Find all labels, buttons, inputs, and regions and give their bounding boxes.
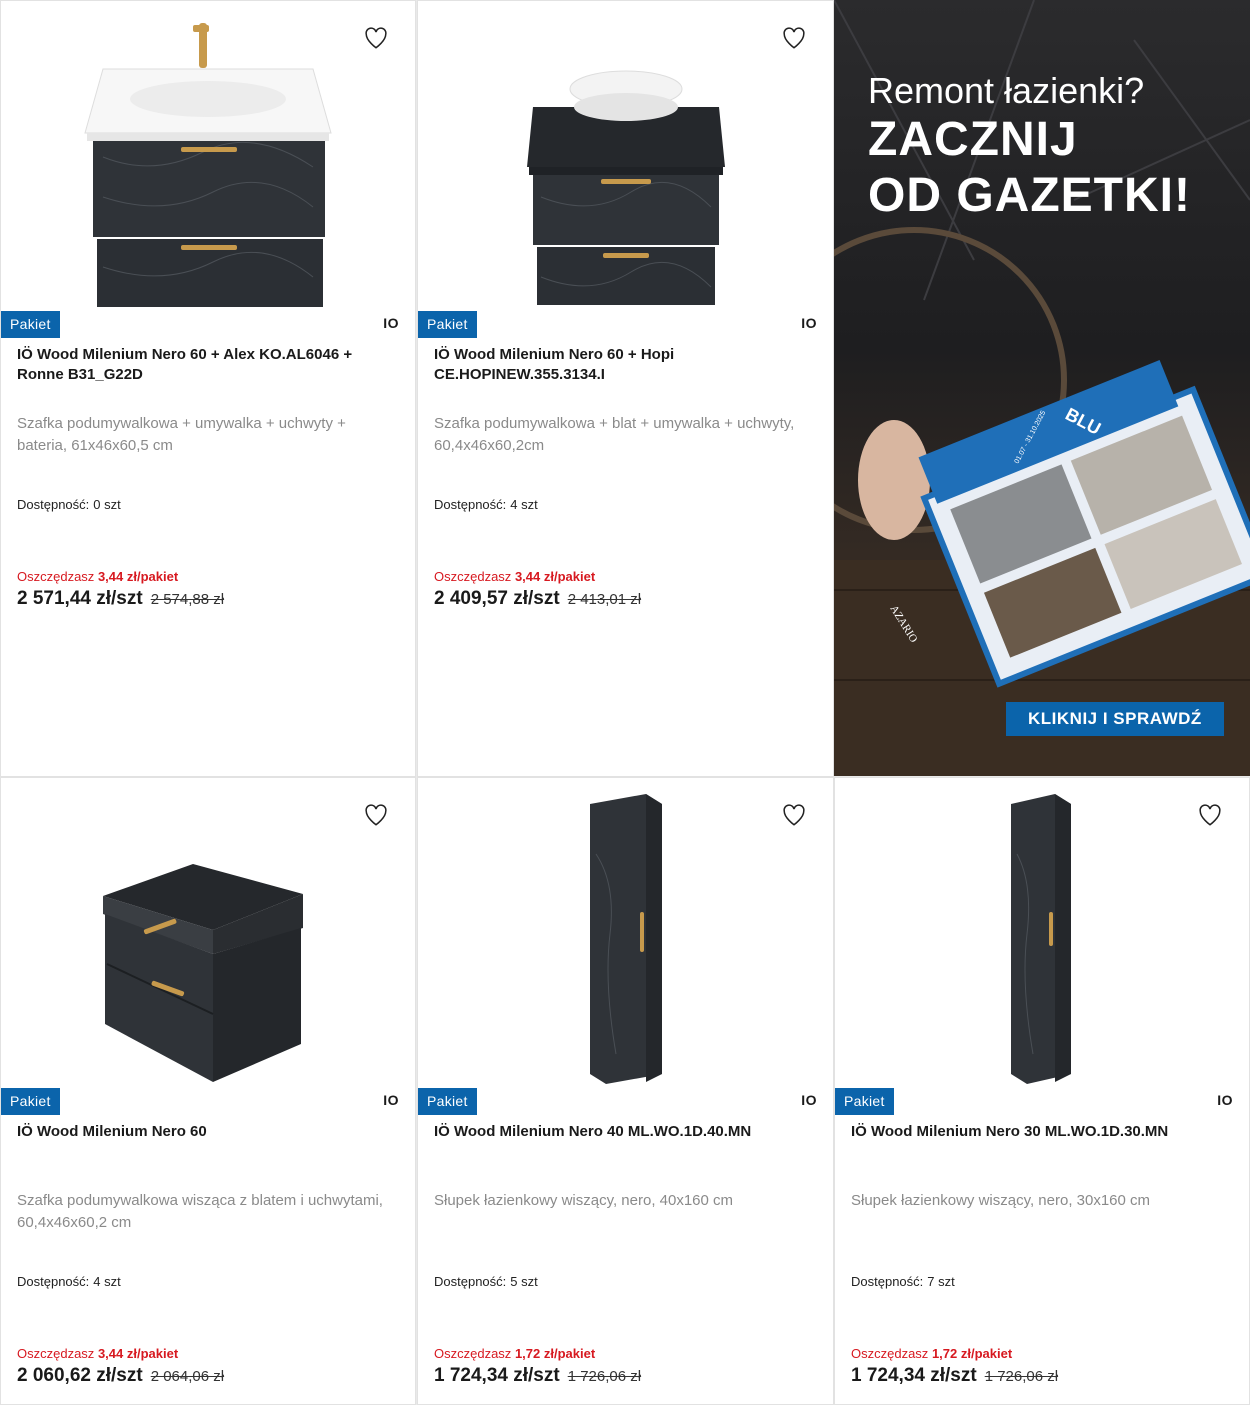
brand-logo: IO (801, 315, 817, 331)
favorite-heart-icon[interactable] (363, 25, 389, 51)
package-badge: Pakiet (418, 311, 477, 338)
current-price: 1 724,34 zł/szt (851, 1365, 977, 1386)
product-image[interactable] (418, 1, 833, 307)
availability-label: Dostępność: (434, 1274, 507, 1289)
savings: Oszczędzasz 3,44 zł/pakiet (17, 1346, 178, 1361)
package-badge: Pakiet (1, 1088, 60, 1115)
current-price: 2 409,57 zł/szt (434, 588, 560, 609)
availability: Dostępność: 4 szt (17, 1274, 125, 1289)
brand-logo: IO (1217, 1092, 1233, 1108)
favorite-heart-icon[interactable] (1197, 802, 1223, 828)
old-price: 2 413,01 zł (567, 591, 642, 608)
product-title[interactable]: IÖ Wood Milenium Nero 30 ML.WO.1D.30.MN (851, 1122, 1235, 1142)
savings-value: 1,72 zł/pakiet (514, 1346, 596, 1361)
savings: Oszczędzasz 1,72 zł/pakiet (434, 1346, 595, 1361)
product-image[interactable] (1, 778, 415, 1084)
availability: Dostępność: 4 szt (434, 497, 542, 512)
current-price: 2 571,44 zł/szt (17, 588, 143, 609)
package-badge: Pakiet (835, 1088, 894, 1115)
savings-value: 3,44 zł/pakiet (514, 569, 596, 584)
price: 1 724,34 zł/szt 1 726,06 zł (434, 1365, 641, 1387)
price: 2 571,44 zł/szt 2 574,88 zł (17, 588, 224, 610)
product-card[interactable]: Pakiet IO IÖ Wood Milenium Nero 60 + Hop… (417, 0, 834, 777)
old-price: 1 726,06 zł (984, 1368, 1059, 1385)
product-description: Słupek łazienkowy wiszący, nero, 40x160 … (434, 1192, 734, 1209)
product-image[interactable] (418, 778, 833, 1084)
promo-title-line1: ZACZNIJ (868, 113, 1078, 166)
brand-logo: IO (383, 1092, 399, 1108)
product-title[interactable]: IÖ Wood Milenium Nero 40 ML.WO.1D.40.MN (434, 1122, 819, 1142)
promo-title: ZACZNIJ OD GAZETKI! (868, 112, 1191, 224)
product-title[interactable]: IÖ Wood Milenium Nero 60 + Hopi CE.HOPIN… (434, 345, 819, 385)
availability-value: 4 szt (510, 497, 538, 512)
tall-cabinet-image (589, 794, 662, 1084)
savings-label: Oszczędzasz (434, 569, 512, 584)
savings-label: Oszczędzasz (17, 569, 95, 584)
product-description: Szafka podumywalkowa wisząca z blatem i … (17, 1192, 383, 1231)
current-price: 1 724,34 zł/szt (434, 1365, 560, 1386)
vanity-cabinet-image (103, 864, 303, 1082)
savings: Oszczędzasz 1,72 zł/pakiet (851, 1346, 1012, 1361)
promo-headline: Remont łazienki? (868, 70, 1145, 111)
price: 2 409,57 zł/szt 2 413,01 zł (434, 588, 641, 610)
old-price: 2 064,06 zł (150, 1368, 225, 1385)
product-card[interactable]: Pakiet IO IÖ Wood Milenium Nero 60 + Ale… (0, 0, 416, 777)
product-grid: Pakiet IO IÖ Wood Milenium Nero 60 + Ale… (0, 0, 1250, 1405)
product-card[interactable]: Pakiet IO IÖ Wood Milenium Nero 60 Szafk… (0, 777, 416, 1405)
savings-value: 3,44 zł/pakiet (97, 1346, 179, 1361)
old-price: 2 574,88 zł (150, 591, 225, 608)
brand-logo: IO (383, 315, 399, 331)
tall-cabinet-image (1011, 794, 1071, 1084)
availability-value: 7 szt (927, 1274, 955, 1289)
savings: Oszczędzasz 3,44 zł/pakiet (17, 569, 178, 584)
favorite-heart-icon[interactable] (781, 802, 807, 828)
product-card[interactable]: Pakiet IO IÖ Wood Milenium Nero 40 ML.WO… (417, 777, 834, 1405)
promo-title-line2: OD GAZETKI! (868, 169, 1191, 222)
availability: Dostępność: 7 szt (851, 1274, 959, 1289)
product-description: Słupek łazienkowy wiszący, nero, 30x160 … (851, 1192, 1151, 1209)
availability: Dostępność: 0 szt (17, 497, 125, 512)
package-badge: Pakiet (418, 1088, 477, 1115)
product-description: Szafka podumywalkowa + umywalka + uchwyt… (17, 415, 346, 454)
promo-banner[interactable]: BLU 01.07 - 31.10.2025 AZARIO Remont łaz… (834, 0, 1250, 776)
availability-label: Dostępność: (17, 497, 90, 512)
savings-value: 3,44 zł/pakiet (97, 569, 179, 584)
availability-value: 0 szt (93, 497, 121, 512)
product-image[interactable] (835, 778, 1249, 1084)
old-price: 1 726,06 zł (567, 1368, 642, 1385)
product-description: Szafka podumywalkowa + blat + umywalka +… (434, 415, 795, 454)
product-image[interactable] (1, 1, 415, 307)
promo-cta-button[interactable]: KLIKNIJ I SPRAWDŹ (1006, 702, 1224, 736)
package-badge: Pakiet (1, 311, 60, 338)
favorite-heart-icon[interactable] (363, 802, 389, 828)
brand-logo: IO (801, 1092, 817, 1108)
availability-label: Dostępność: (434, 497, 507, 512)
price: 1 724,34 zł/szt 1 726,06 zł (851, 1365, 1058, 1387)
savings: Oszczędzasz 3,44 zł/pakiet (434, 569, 595, 584)
availability-value: 4 szt (93, 1274, 121, 1289)
vanity-with-basin-image (84, 23, 332, 307)
savings-value: 1,72 zł/pakiet (931, 1346, 1013, 1361)
favorite-heart-icon[interactable] (781, 25, 807, 51)
product-title[interactable]: IÖ Wood Milenium Nero 60 + Alex KO.AL604… (17, 345, 401, 385)
savings-label: Oszczędzasz (851, 1346, 929, 1361)
price: 2 060,62 zł/szt 2 064,06 zł (17, 1365, 224, 1387)
vanity-with-bowl-image (526, 70, 725, 305)
current-price: 2 060,62 zł/szt (17, 1365, 143, 1386)
availability-label: Dostępność: (17, 1274, 90, 1289)
availability: Dostępność: 5 szt (434, 1274, 542, 1289)
product-card[interactable]: Pakiet IO IÖ Wood Milenium Nero 30 ML.WO… (834, 777, 1250, 1405)
availability-label: Dostępność: (851, 1274, 924, 1289)
product-title[interactable]: IÖ Wood Milenium Nero 60 (17, 1122, 401, 1142)
availability-value: 5 szt (510, 1274, 538, 1289)
savings-label: Oszczędzasz (434, 1346, 512, 1361)
savings-label: Oszczędzasz (17, 1346, 95, 1361)
